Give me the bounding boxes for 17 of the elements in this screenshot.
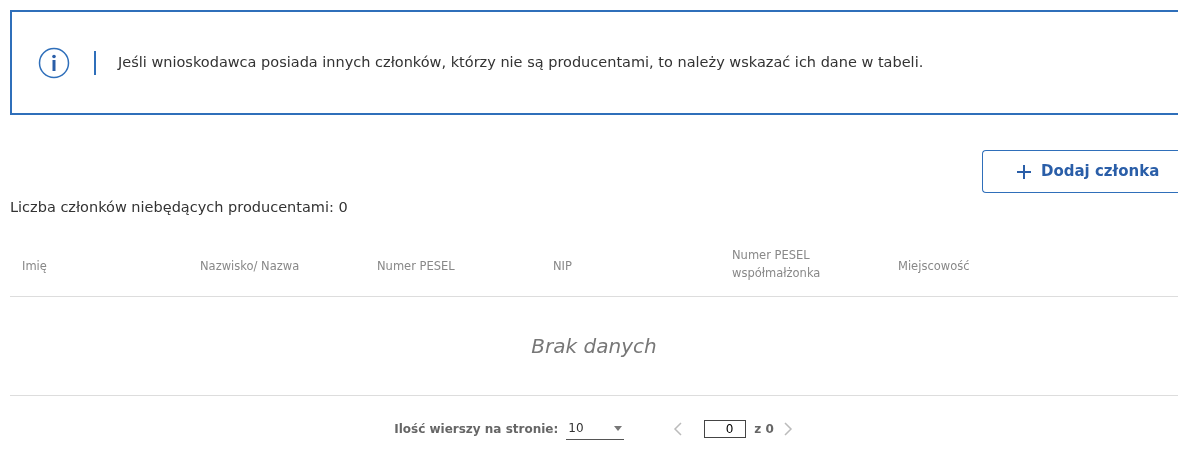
info-icon [38,46,70,79]
page-number-field[interactable]: 0 [704,419,747,438]
no-data-text: Brak danych [531,332,657,360]
rows-per-page-label: Ilość wierszy na stronie: [394,420,559,438]
column-header[interactable]: Numer PESEL współmałżonka [720,247,840,283]
column-header[interactable]: NIP [541,257,572,276]
column-header[interactable]: Miejscowość [886,257,970,276]
page-count-text: z 0 [754,420,774,438]
plus-icon [1017,164,1031,179]
column-header[interactable]: Numer PESEL [365,257,455,276]
add-member-button[interactable]: Dodaj członka [982,150,1178,193]
caret-icon [614,425,623,431]
rows-per-page-select[interactable]: 10 [566,417,625,441]
info-text: Jeśli wnioskodawca posiada innych członków, którzy nie są producentami, to należy wskazać ich dane w tabeli. [118,52,924,72]
column-header[interactable]: Nazwisko/ Nazwa [188,257,300,276]
column-header[interactable]: Imię [10,257,47,276]
member-count-label: Liczba członków niebędących producentami: 0 [10,199,348,215]
